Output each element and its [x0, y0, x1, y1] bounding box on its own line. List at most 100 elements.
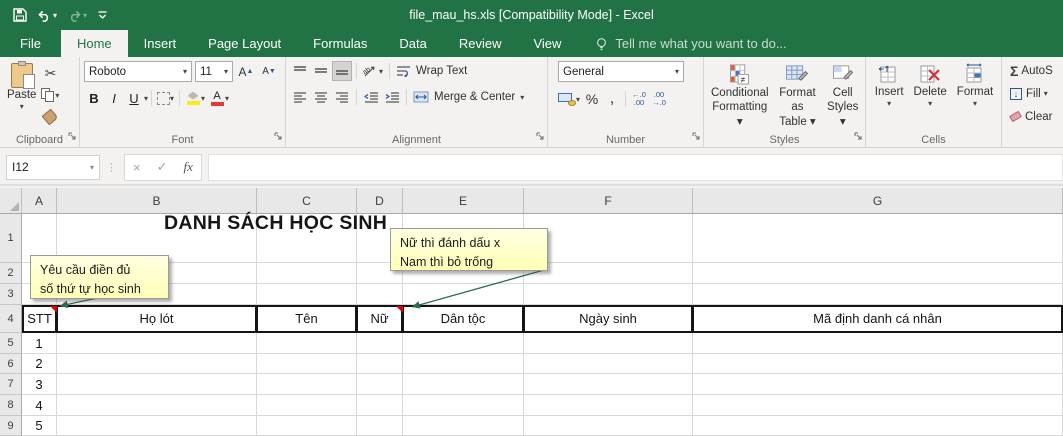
tab-home[interactable]: Home	[60, 30, 128, 57]
bold-button[interactable]: B	[84, 88, 104, 108]
cell-e4-dan-toc[interactable]: Dân tộc	[403, 305, 524, 333]
row-header-8[interactable]: 8	[0, 395, 22, 416]
fill-color-button[interactable]: ▾	[183, 88, 207, 108]
col-header-d[interactable]: D	[357, 188, 403, 214]
paste-dropdown-icon[interactable]: ▾	[20, 102, 24, 112]
fill-dropdown-icon[interactable]: ▾	[1044, 89, 1048, 98]
cell-f7[interactable]	[524, 374, 693, 395]
cell-d8[interactable]	[357, 395, 403, 416]
cell-g8[interactable]	[693, 395, 1063, 416]
align-right-button[interactable]	[332, 87, 352, 107]
italic-button[interactable]: I	[104, 88, 124, 108]
col-header-g[interactable]: G	[693, 188, 1063, 214]
cell-c4-ten[interactable]: Tên	[257, 305, 357, 333]
cell-c9[interactable]	[257, 416, 357, 436]
col-header-b[interactable]: B	[57, 188, 257, 214]
redo-button[interactable]: ▾	[64, 7, 90, 24]
cell-f9[interactable]	[524, 416, 693, 436]
save-button[interactable]	[10, 6, 30, 24]
underline-button[interactable]: U	[124, 88, 144, 108]
cell-b9[interactable]	[57, 416, 257, 436]
cell-b4-ho-lot[interactable]: Họ lót	[57, 305, 257, 333]
cell-styles-button[interactable]: Cell Styles ▾	[823, 61, 862, 131]
cell-f1[interactable]	[524, 214, 693, 263]
fill-button[interactable]: ↓ Fill ▾	[1010, 84, 1060, 103]
delete-cells-button[interactable]: Delete ▾	[911, 61, 950, 131]
row-header-2[interactable]: 2	[0, 263, 22, 284]
copy-button[interactable]: ▾	[39, 85, 61, 105]
increase-decimal-button[interactable]: ←.0 .00	[629, 89, 649, 109]
tab-insert[interactable]: Insert	[128, 30, 193, 57]
wrap-text-button[interactable]: Wrap Text	[394, 61, 469, 81]
cell-a7[interactable]: 3	[22, 374, 57, 395]
cell-g9[interactable]	[693, 416, 1063, 436]
row-header-4[interactable]: 4	[0, 305, 22, 333]
cell-g5[interactable]	[693, 333, 1063, 354]
decrease-font-button[interactable]: A ▼	[259, 62, 279, 82]
name-box-dropdown-icon[interactable]: ▾	[90, 163, 94, 172]
delete-dropdown-icon[interactable]: ▾	[928, 99, 932, 109]
autosum-button[interactable]: Σ AutoS	[1010, 61, 1060, 80]
customize-qat-button[interactable]	[94, 8, 111, 22]
font-name-select[interactable]: Roboto ▾	[84, 61, 192, 82]
cell-e8[interactable]	[403, 395, 524, 416]
styles-dialog-launcher[interactable]	[854, 127, 862, 145]
tell-me-box[interactable]: Tell me what you want to do...	[595, 30, 787, 57]
cell-f8[interactable]	[524, 395, 693, 416]
col-header-a[interactable]: A	[22, 188, 57, 214]
col-header-e[interactable]: E	[403, 188, 524, 214]
cell-d7[interactable]	[357, 374, 403, 395]
borders-button[interactable]: ▾	[155, 88, 176, 108]
row-header-5[interactable]: 5	[0, 333, 22, 354]
bottom-align-button[interactable]	[332, 61, 352, 81]
row-header-3[interactable]: 3	[0, 284, 22, 305]
row-header-1[interactable]: 1	[0, 214, 22, 263]
decrease-decimal-button[interactable]: .00 →.0	[649, 89, 669, 109]
clipboard-dialog-launcher[interactable]	[68, 127, 76, 145]
tab-data[interactable]: Data	[383, 30, 442, 57]
cell-d3[interactable]	[357, 284, 403, 305]
cell-f5[interactable]	[524, 333, 693, 354]
tab-view[interactable]: View	[517, 30, 577, 57]
name-box[interactable]: I12 ▾	[6, 154, 100, 180]
cell-b6[interactable]	[57, 354, 257, 374]
tab-file[interactable]: File	[0, 30, 61, 57]
accounting-format-button[interactable]: ▾	[556, 89, 582, 109]
cell-g1[interactable]	[693, 214, 1063, 263]
cell-d9[interactable]	[357, 416, 403, 436]
number-format-select[interactable]: General ▾	[558, 61, 684, 82]
comma-style-button[interactable]: ,	[602, 89, 622, 109]
clear-button[interactable]: Clear	[1008, 107, 1060, 126]
top-align-button[interactable]	[290, 61, 310, 81]
cell-g2[interactable]	[693, 263, 1063, 284]
font-color-button[interactable]: A ▾	[207, 88, 231, 108]
cell-c3[interactable]	[257, 284, 357, 305]
cell-f2[interactable]	[524, 263, 693, 284]
formula-bar-splitter[interactable]: ⋮	[106, 161, 118, 174]
row-header-7[interactable]: 7	[0, 374, 22, 395]
redo-dropdown-icon[interactable]: ▾	[83, 11, 87, 20]
align-center-button[interactable]	[311, 87, 331, 107]
cell-c7[interactable]	[257, 374, 357, 395]
align-left-button[interactable]	[290, 87, 310, 107]
cell-e9[interactable]	[403, 416, 524, 436]
decrease-indent-button[interactable]	[361, 87, 381, 107]
alignment-dialog-launcher[interactable]	[536, 127, 544, 145]
cell-e5[interactable]	[403, 333, 524, 354]
orientation-button[interactable]: ab ▾	[361, 61, 385, 81]
cell-b7[interactable]	[57, 374, 257, 395]
merge-center-button[interactable]: Merge & Center ▾	[411, 87, 526, 107]
undo-dropdown-icon[interactable]: ▾	[53, 11, 57, 20]
tab-formulas[interactable]: Formulas	[297, 30, 383, 57]
font-size-select[interactable]: 11 ▾	[195, 61, 233, 82]
format-as-table-button[interactable]: Format as Table ▾	[774, 61, 822, 131]
format-painter-button[interactable]	[39, 107, 61, 127]
cell-g3[interactable]	[693, 284, 1063, 305]
percent-style-button[interactable]: %	[582, 89, 602, 109]
cell-d5[interactable]	[357, 333, 403, 354]
cancel-button[interactable]: ×	[133, 160, 141, 175]
undo-button[interactable]: ▾	[34, 7, 60, 24]
cell-f6[interactable]	[524, 354, 693, 374]
merge-center-dropdown-icon[interactable]: ▾	[520, 93, 524, 102]
formula-input[interactable]	[207, 153, 1063, 181]
